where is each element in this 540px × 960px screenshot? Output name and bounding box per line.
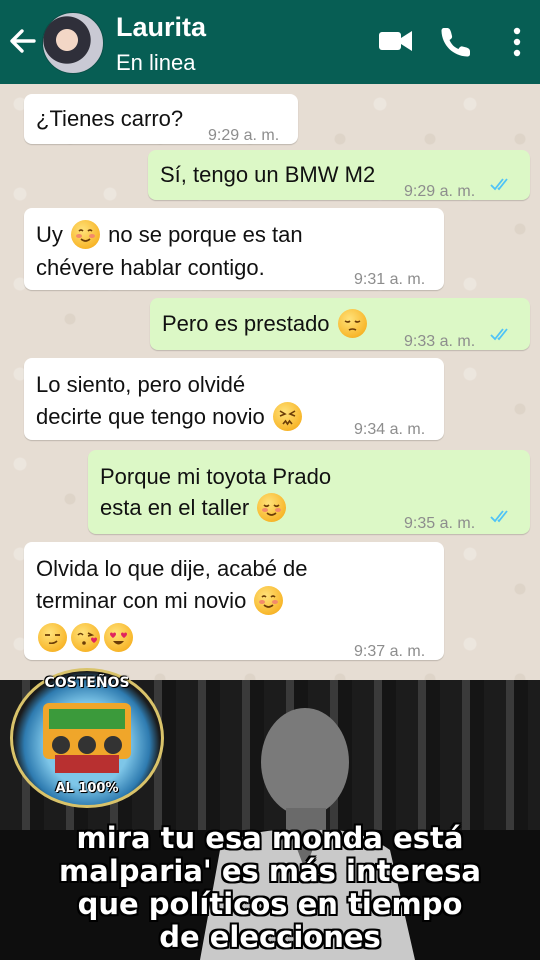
message-text-line2: esta en el taller — [100, 492, 288, 523]
message-bubble-outgoing[interactable]: Sí, tengo un BMW M2 9:29 a. m. — [148, 150, 530, 200]
message-text: Pero es prestado — [162, 308, 369, 339]
video-call-icon[interactable] — [378, 26, 414, 56]
message-text-part: decirte que tengo novio — [36, 404, 265, 429]
message-text: ¿Tienes carro? — [36, 106, 184, 131]
chat-area[interactable]: ¿Tienes carro? 9:29 a. m. Sí, tengo un B… — [0, 84, 540, 680]
message-text: Porque mi toyota Prado — [100, 464, 332, 489]
caption-line: de elecciones — [159, 920, 381, 954]
logo-illustration — [43, 703, 131, 773]
message-text: Olvida lo que dije, acabé de — [36, 556, 308, 581]
more-options-icon[interactable] — [508, 26, 526, 58]
caption-line: que políticos en tiempo — [77, 887, 463, 921]
heart-eyes-emoji-icon — [104, 623, 133, 652]
contact-status: En linea — [116, 50, 196, 75]
message-text-part: terminar con mi novio — [36, 588, 247, 613]
smiling-blush-emoji-icon — [71, 220, 101, 249]
logo-bottom-text: AL 100% — [55, 781, 119, 796]
message-time: 9:35 a. m. — [404, 515, 476, 532]
message-time: 9:29 a. m. — [404, 183, 476, 200]
message-text: Sí, tengo un BMW M2 — [160, 162, 376, 187]
message-time: 9:34 a. m. — [354, 421, 426, 438]
message-text-part: no se porque es tan — [108, 222, 303, 247]
message-text-line2: decirte que tengo novio — [36, 401, 304, 432]
read-ticks-icon — [490, 178, 508, 191]
contact-name[interactable]: Laurita — [116, 12, 206, 43]
read-ticks-icon — [490, 510, 508, 523]
smirk-emoji-icon — [38, 623, 67, 652]
caption-line: mira tu esa monda está — [76, 821, 464, 855]
back-arrow-icon[interactable] — [8, 26, 36, 56]
meme-caption: mira tu esa monda está malparia' es más … — [10, 822, 530, 954]
costenos-logo: COSTEÑOS AL 100% — [10, 668, 164, 808]
logo-top-text: COSTEÑOS — [44, 675, 130, 691]
contact-avatar[interactable] — [42, 12, 104, 74]
pensive-emoji-icon — [337, 309, 367, 338]
message-bubble-incoming[interactable]: Uy no se porque es tan chévere hablar co… — [24, 208, 444, 290]
message-time: 9:31 a. m. — [354, 271, 426, 288]
message-bubble-incoming[interactable]: ¿Tienes carro? 9:29 a. m. — [24, 94, 298, 144]
message-bubble-outgoing[interactable]: Pero es prestado 9:33 a. m. — [150, 298, 530, 350]
emoji-row — [36, 622, 135, 653]
message-text: Uy no se porque es tan — [36, 219, 303, 250]
message-text-line2: chévere hablar contigo. — [36, 255, 265, 280]
message-text-part: esta en el taller — [100, 495, 250, 520]
message-time: 9:33 a. m. — [404, 333, 476, 350]
message-text-line2: terminar con mi novio — [36, 585, 285, 616]
kissing-heart-emoji-icon — [71, 623, 100, 652]
caption-line: malparia' es más interesa — [59, 854, 481, 888]
message-time: 9:37 a. m. — [354, 643, 426, 660]
confounded-emoji-icon — [272, 402, 302, 431]
relieved-emoji-icon — [257, 493, 287, 522]
read-ticks-icon — [490, 328, 508, 341]
message-bubble-incoming[interactable]: Olvida lo que dije, acabé de terminar co… — [24, 542, 444, 660]
message-text-part: Uy — [36, 222, 63, 247]
message-text: Lo siento, pero olvidé — [36, 372, 246, 397]
phone-icon[interactable] — [440, 26, 472, 58]
message-text-part: Pero es prestado — [162, 311, 330, 336]
message-bubble-incoming[interactable]: Lo siento, pero olvidé decirte que tengo… — [24, 358, 444, 440]
message-bubble-outgoing[interactable]: Porque mi toyota Prado esta en el taller… — [88, 450, 530, 534]
smiling-blush-emoji-icon — [254, 586, 284, 615]
message-time: 9:29 a. m. — [208, 127, 280, 144]
chat-header: Laurita En linea — [0, 0, 540, 84]
